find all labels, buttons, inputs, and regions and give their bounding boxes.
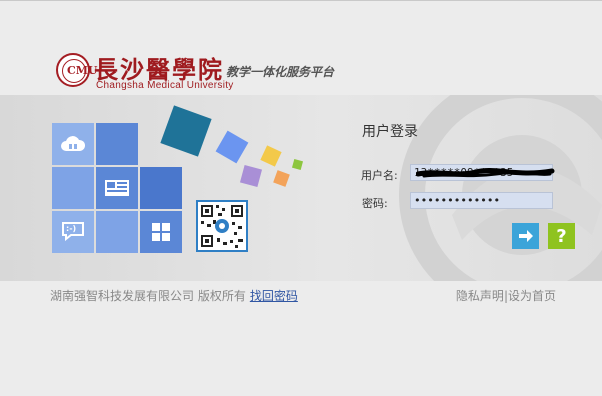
chat-face-text: :-) [66, 224, 77, 233]
help-button[interactable]: ? [548, 223, 575, 249]
tile-chat[interactable]: :-) [52, 211, 94, 253]
decor-square-orange [273, 170, 290, 187]
decor-square-purple [239, 164, 263, 188]
tile-blank-2[interactable] [52, 167, 94, 209]
header: CMU 長沙醫學院 Changsha Medical University 教学… [0, 1, 602, 95]
cloud-book-icon [61, 136, 86, 151]
news-icon [105, 180, 129, 196]
school-name-en: Changsha Medical University [96, 80, 234, 91]
privacy-link[interactable]: 隐私声明 [456, 289, 504, 303]
footer-links: 隐私声明|设为首页 [456, 287, 556, 304]
arrow-right-icon [518, 230, 533, 242]
password-label: 密码: [362, 197, 388, 210]
forgot-password-link[interactable]: 找回密码 [250, 289, 298, 303]
set-home-link[interactable]: 设为首页 [508, 289, 556, 303]
decor-square-blue [215, 130, 249, 164]
tile-cloud[interactable] [52, 123, 94, 165]
username-input[interactable]: 13*****09****35 [410, 164, 553, 181]
seal-text: CMU [67, 64, 98, 77]
qr-code-icon[interactable] [196, 200, 248, 252]
decor-square-green [291, 158, 304, 171]
tile-apps[interactable] [140, 211, 182, 253]
decor-square-teal [160, 105, 212, 157]
tile-blank-1[interactable] [96, 123, 138, 165]
tile-news[interactable] [96, 167, 138, 209]
username-label: 用户名: [361, 169, 398, 182]
decor-square-yellow [260, 145, 282, 167]
login-submit-button[interactable] [512, 223, 539, 249]
login-band: :-) 用户登录 用户名: 13*****09****35 密码: ••••••… [0, 95, 602, 281]
grid-apps-icon [152, 223, 170, 241]
platform-title: 教学一体化服务平台 [226, 65, 335, 79]
university-seal-logo: CMU [56, 53, 98, 87]
tile-blank-3[interactable] [140, 167, 182, 209]
copyright-text: 湖南强智科技发展有限公司 版权所有 [50, 289, 246, 303]
footer: 湖南强智科技发展有限公司 版权所有 找回密码 隐私声明|设为首页 [0, 281, 602, 396]
watermark-emblem [399, 95, 602, 281]
tile-blank-4[interactable] [96, 211, 138, 253]
password-input[interactable]: ••••••••••••• [410, 192, 553, 209]
footer-copyright-line: 湖南强智科技发展有限公司 版权所有 找回密码 [50, 287, 298, 304]
login-title: 用户登录 [362, 124, 418, 140]
